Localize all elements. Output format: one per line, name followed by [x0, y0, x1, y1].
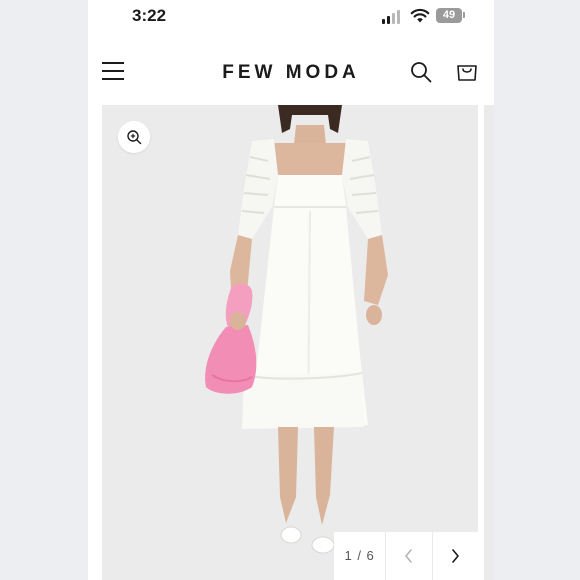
battery-cap [463, 12, 465, 18]
zoom-button[interactable] [118, 121, 150, 153]
product-image[interactable] [102, 105, 478, 580]
search-icon[interactable] [410, 61, 432, 83]
status-time: 3:22 [132, 6, 167, 25]
shopping-bag-icon[interactable] [456, 60, 478, 82]
status-bar: 3:22 49 [88, 0, 494, 34]
product-gallery[interactable]: 1 / 6 [102, 105, 478, 580]
phone-screen: 3:22 49 FEW MODA 1 / 6 [88, 0, 494, 580]
signal-icon [382, 10, 402, 24]
next-slide-preview[interactable] [484, 105, 494, 580]
wifi-icon [410, 8, 430, 23]
chevron-left-icon [405, 549, 412, 563]
battery-level: 49 [442, 9, 456, 21]
previous-image-button[interactable] [386, 532, 433, 580]
zoom-in-icon [127, 130, 142, 145]
next-image-button[interactable] [433, 532, 478, 580]
page-counter: 1 / 6 [334, 532, 387, 580]
gallery-pager: 1 / 6 [334, 532, 478, 580]
site-header: FEW MODA [88, 44, 494, 100]
brand-logo[interactable]: FEW MODA [88, 62, 494, 84]
chevron-right-icon [452, 549, 460, 563]
battery-icon: 49 [436, 8, 462, 23]
